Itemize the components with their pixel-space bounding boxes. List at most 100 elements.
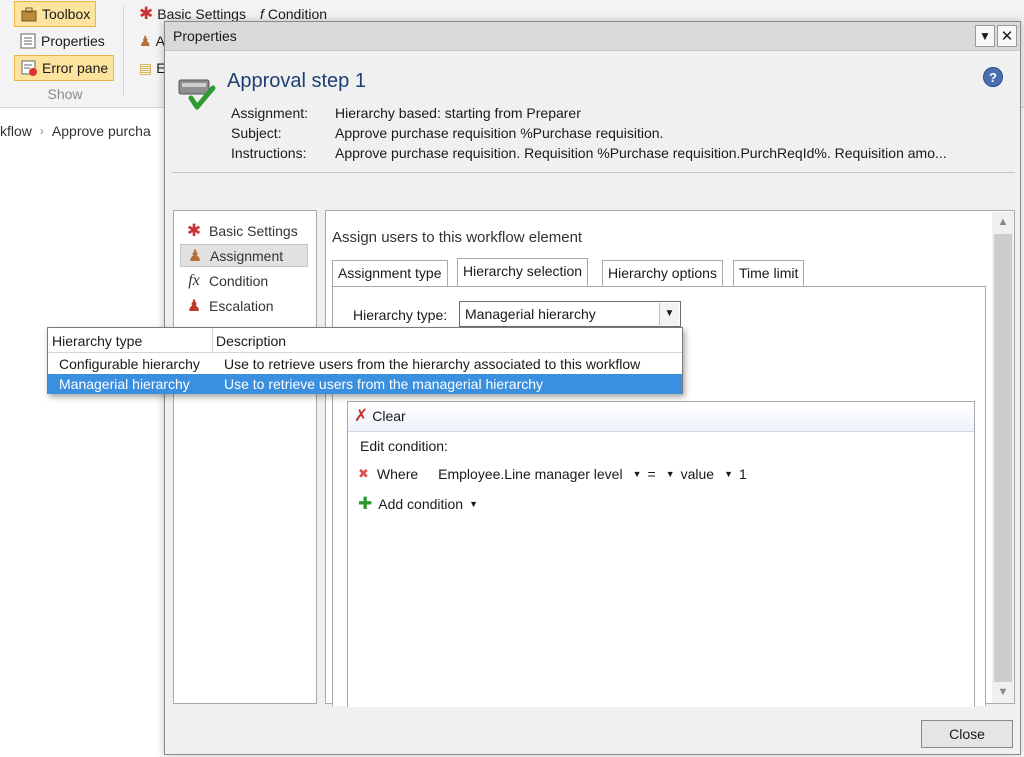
- meta-value: Approve purchase requisition %Purchase r…: [335, 125, 664, 141]
- condition-value-type[interactable]: value: [681, 466, 714, 482]
- option-description: Use to retrieve users from the manageria…: [224, 376, 544, 392]
- tab-label: Time limit: [739, 265, 799, 281]
- nav-item-label: Condition: [209, 272, 269, 289]
- condition-label: Condition: [267, 6, 328, 22]
- clear-button[interactable]: ✗ Clear: [354, 406, 406, 425]
- scroll-up-icon[interactable]: ▲: [992, 212, 1014, 232]
- close-icon: ✕: [1000, 28, 1014, 45]
- asterisk-icon: ✱: [186, 220, 202, 240]
- clear-label: Clear: [372, 408, 406, 424]
- tab-label: Assignment type: [338, 265, 442, 281]
- option-type: Managerial hierarchy: [59, 376, 190, 392]
- nav-item-escalation[interactable]: ♟ Escalation: [180, 294, 308, 317]
- meta-label: Instructions:: [231, 145, 307, 161]
- value-type-dropdown-icon[interactable]: ▼: [724, 469, 733, 479]
- toolbox-button[interactable]: Toolbox: [14, 1, 97, 27]
- dropdown-header: Hierarchy type Description: [48, 328, 682, 353]
- dialog-title: Properties: [173, 28, 237, 44]
- breadcrumb: kflow › Approve purcha: [0, 123, 151, 139]
- escalation-icon: ♟: [186, 297, 202, 315]
- column-header: Hierarchy type: [52, 333, 143, 349]
- tab-time-limit[interactable]: Time limit: [733, 260, 805, 286]
- meta-value: Hierarchy based: starting from Preparer: [335, 105, 581, 121]
- edit-condition-label: Edit condition:: [360, 438, 448, 454]
- condition-operator[interactable]: =: [648, 466, 656, 482]
- nav-item-basic-settings[interactable]: ✱ Basic Settings: [180, 219, 308, 242]
- add-condition-label: Add condition: [378, 496, 464, 512]
- scroll-thumb[interactable]: [994, 234, 1012, 682]
- properties-label: Properties: [41, 33, 105, 49]
- ribbon-group-show: Show: [47, 86, 83, 102]
- help-icon[interactable]: ?: [983, 67, 1003, 87]
- option-description: Use to retrieve users from the hierarchy…: [224, 356, 641, 372]
- tab-label: Hierarchy options: [608, 265, 717, 281]
- option-type: Configurable hierarchy: [59, 356, 200, 372]
- plus-icon: ✚: [358, 494, 373, 513]
- vertical-scrollbar[interactable]: ▲ ▼: [992, 212, 1014, 703]
- properties-button[interactable]: Properties: [14, 28, 110, 54]
- nav-item-label: Assignment: [210, 247, 284, 264]
- tab-assignment-type[interactable]: Assignment type: [332, 260, 448, 286]
- properties-icon: [20, 33, 36, 49]
- meta-label: Assignment:: [231, 105, 309, 121]
- ribbon-separator: [123, 6, 124, 96]
- tab-hierarchy-selection[interactable]: Hierarchy selection: [457, 258, 589, 286]
- caret-down-icon: ▼: [469, 499, 479, 509]
- dropdown-option-managerial[interactable]: Managerial hierarchy Use to retrieve use…: [48, 374, 682, 394]
- breadcrumb-item[interactable]: Approve purcha: [52, 123, 151, 139]
- column-header: Description: [216, 333, 287, 349]
- condition-field[interactable]: Employee.Line manager level: [438, 466, 622, 482]
- approval-check-icon: [178, 79, 216, 110]
- toolbox-label: Toolbox: [42, 6, 91, 22]
- dialog-menu-button[interactable]: ▼: [975, 25, 995, 47]
- assignment-panel: Assign users to this workflow element As…: [325, 210, 1015, 707]
- where-label: Where: [376, 466, 419, 482]
- nav-item-assignment[interactable]: ♟ Assignment: [180, 244, 308, 267]
- dialog-titlebar[interactable]: Properties ▼ ✕: [165, 22, 1020, 51]
- nav-item-label: Basic Settings: [209, 222, 298, 239]
- asterisk-icon: ✱: [139, 4, 154, 23]
- scroll-down-icon[interactable]: ▼: [992, 682, 1014, 702]
- meta-value: Approve purchase requisition. Requisitio…: [335, 145, 947, 161]
- scroll-icon: ▤: [139, 59, 153, 76]
- condition-row: ✖ Where Employee.Line manager level ▼ = …: [358, 466, 747, 482]
- hierarchy-type-dropdown: Hierarchy type Description Configurable …: [47, 327, 683, 394]
- nav-item-condition[interactable]: fx Condition: [180, 269, 308, 292]
- chevron-down-icon[interactable]: ▼: [659, 303, 679, 325]
- hierarchy-type-value: Managerial hierarchy: [465, 306, 596, 322]
- function-icon: f: [259, 6, 264, 22]
- hierarchy-type-select[interactable]: Managerial hierarchy ▼: [459, 301, 681, 327]
- users-icon: ♟: [187, 247, 203, 265]
- error-pane-label: Error pane: [42, 60, 109, 76]
- tab-label: Hierarchy selection: [463, 263, 583, 279]
- error-pane-icon: [21, 60, 37, 76]
- field-dropdown-icon[interactable]: ▼: [633, 469, 642, 479]
- clear-icon: ✗: [354, 406, 369, 425]
- close-button[interactable]: Close: [921, 720, 1013, 748]
- settings-nav: ✱ Basic Settings ♟ Assignment fx Conditi…: [173, 210, 317, 704]
- breadcrumb-item[interactable]: kflow: [0, 123, 32, 139]
- nav-item-label: Escalation: [209, 297, 274, 314]
- step-title: Approval step 1: [227, 70, 366, 92]
- condition-value[interactable]: 1: [739, 466, 747, 482]
- column-divider: [212, 328, 213, 353]
- dialog-close-x-button[interactable]: ✕: [997, 25, 1017, 47]
- dropdown-option-configurable[interactable]: Configurable hierarchy Use to retrieve u…: [48, 354, 682, 374]
- condition-editor: ✗ Clear Edit condition: ✖ Where Employee…: [347, 401, 975, 707]
- function-icon: fx: [188, 271, 200, 289]
- caret-down-icon: ▼: [979, 29, 991, 43]
- delete-condition-icon[interactable]: ✖: [358, 466, 369, 482]
- basic-settings-label: Basic Settings: [157, 6, 246, 22]
- operator-dropdown-icon[interactable]: ▼: [666, 469, 675, 479]
- condition-toolbar: ✗ Clear: [348, 402, 974, 432]
- users-icon: ♟: [139, 32, 152, 49]
- tab-hierarchy-options[interactable]: Hierarchy options: [602, 260, 723, 286]
- add-condition-button[interactable]: ✚ Add condition ▼: [358, 494, 478, 514]
- header-divider: [172, 172, 1015, 173]
- panel-heading: Assign users to this workflow element: [332, 229, 583, 246]
- chevron-right-icon: ›: [39, 124, 44, 138]
- hierarchy-type-label: Hierarchy type:: [353, 307, 448, 323]
- meta-label: Subject:: [231, 125, 282, 141]
- error-pane-button[interactable]: Error pane: [14, 55, 115, 81]
- toolbox-icon: [21, 7, 37, 22]
